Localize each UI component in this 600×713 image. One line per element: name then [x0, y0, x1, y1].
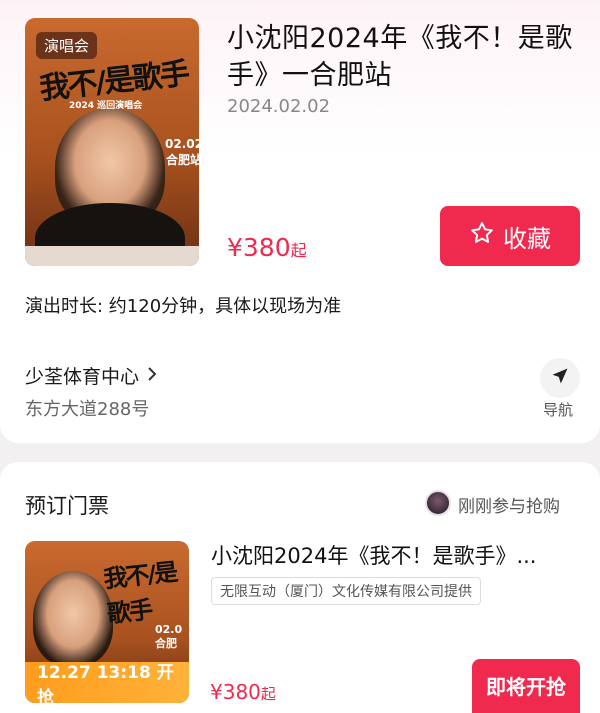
navigation-label: 导航: [543, 401, 574, 419]
venue-link[interactable]: 少荃体育中心: [25, 362, 159, 389]
event-date: 2024.02.02: [227, 96, 331, 117]
provider-badge: 无限互动（厦门）文化传媒有限公司提供: [211, 577, 481, 605]
event-duration: 演出时长: 约120分钟，具体以现场为准: [25, 296, 342, 317]
navigation-arrow-icon: [550, 366, 570, 390]
poster-date-text: 02.02: [165, 137, 199, 151]
coming-soon-button[interactable]: 即将开抢: [472, 659, 580, 713]
ticket-price-value: ¥380: [210, 680, 261, 704]
price-suffix: 起: [290, 241, 307, 260]
ticket-poster-title: 我不/是歌手: [102, 556, 178, 629]
star-outline-icon: [469, 220, 495, 252]
tickets-section-title: 预订门票: [25, 494, 109, 518]
ticket-poster-date-text: 02.0: [155, 623, 183, 636]
poster-sponsor-strip: [25, 246, 199, 266]
venue-name: 少荃体育中心: [25, 366, 140, 388]
recent-purchase-text: 刚刚参与抢购: [458, 497, 560, 517]
price-value: ¥380: [227, 233, 291, 262]
ticket-poster-city-text: 合肥: [155, 637, 177, 650]
event-card: 我不/是歌手 2024 巡回演唱会 02.02 合肥站 演唱会 小沈阳2024年…: [0, 0, 600, 443]
ticket-poster-portrait: [33, 571, 113, 666]
navigation-button[interactable]: [540, 358, 580, 398]
ticket-poster-date: 02.0 合肥: [155, 623, 182, 651]
poster-date: 02.02 合肥站: [165, 136, 199, 168]
favorite-button[interactable]: 收藏: [440, 206, 580, 266]
ticket-price: ¥380起: [210, 680, 276, 704]
ticket-price-suffix: 起: [260, 685, 276, 703]
poster-subtitle: 2024 巡回演唱会: [69, 101, 143, 111]
ticket-title[interactable]: 小沈阳2024年《我不！是歌手》...: [211, 540, 581, 570]
favorite-label: 收藏: [503, 224, 551, 253]
sale-time-badge: 12.27 13:18 开抢: [25, 662, 189, 708]
avatar: [425, 490, 451, 516]
poster-city-text: 合肥站: [165, 153, 199, 167]
category-tag: 演唱会: [36, 32, 98, 59]
chevron-right-icon: [145, 365, 159, 387]
venue-address: 东方大道288号: [25, 399, 150, 420]
event-price: ¥380起: [227, 233, 307, 262]
event-title: 小沈阳2024年《我不！是歌手》一合肥站: [227, 23, 573, 91]
